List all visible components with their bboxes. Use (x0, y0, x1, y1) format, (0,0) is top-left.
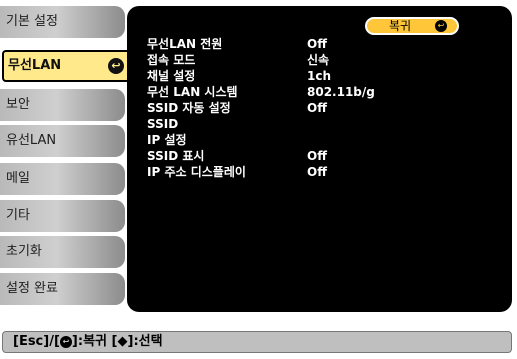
return-hint: :복귀 (77, 334, 107, 349)
menu-item-label: 설정 완료 (6, 281, 58, 296)
setting-row-ip-settings[interactable]: IP 설정 (141, 132, 461, 148)
esc-key-label: [Esc] (13, 334, 50, 349)
menu-item-label: 무선LAN (8, 58, 62, 73)
setting-value: 802.11b/g (307, 85, 375, 99)
menu-item-security[interactable]: 보안 (0, 89, 125, 121)
setting-row-wireless-power[interactable]: 무선LAN 전원 Off (141, 36, 461, 52)
help-bar: [Esc]/[↩]:복귀 [◆]:선택 (2, 331, 512, 353)
menu-item-basic-settings[interactable]: 기본 설정 (0, 6, 125, 38)
setting-value: Off (307, 101, 327, 115)
setting-label: IP 설정 (147, 133, 187, 147)
menu-item-label: 메일 (6, 171, 30, 186)
setting-row-channel[interactable]: 채널 설정 1ch (141, 68, 461, 84)
menu-item-mail[interactable]: 메일 (0, 163, 125, 195)
menu-item-setup-complete[interactable]: 설정 완료 (0, 273, 125, 305)
setting-label: SSID 자동 설정 (147, 101, 231, 115)
menu-item-label: 기타 (6, 208, 30, 223)
setting-row-wireless-system[interactable]: 무선 LAN 시스템 802.11b/g (141, 84, 461, 100)
setting-value: 1ch (307, 69, 332, 83)
setting-row-ip-display[interactable]: IP 주소 디스플레이 Off (141, 164, 461, 180)
setting-row-ssid-auto[interactable]: SSID 자동 설정 Off (141, 100, 461, 116)
separator: /[ (49, 334, 60, 349)
setting-label: 무선 LAN 시스템 (147, 85, 238, 99)
setting-label: 채널 설정 (147, 69, 196, 83)
setting-value: Off (307, 37, 327, 51)
setting-row-ssid[interactable]: SSID (141, 116, 461, 132)
settings-panel: 복귀 ↩ 무선LAN 전원 Off 접속 모드 신속 채널 설정 1ch 무선 LAN… (127, 6, 512, 312)
menu-item-label: 기본 설정 (6, 14, 58, 29)
setting-label: SSID 표시 (147, 149, 205, 163)
setting-label: IP 주소 디스플레이 (147, 165, 246, 179)
setting-row-ssid-display[interactable]: SSID 표시 Off (141, 148, 461, 164)
setting-value: Off (307, 165, 327, 179)
up-down-icon: ◆ (117, 334, 128, 349)
menu-item-reset[interactable]: 초기화 (0, 236, 125, 268)
setting-row-connection-mode[interactable]: 접속 모드 신속 (141, 52, 461, 68)
menu-item-other[interactable]: 기타 (0, 200, 125, 232)
setting-value: Off (307, 149, 327, 163)
enter-icon: ↩ (108, 58, 124, 74)
enter-icon: ↩ (435, 20, 447, 32)
menu-item-label: 보안 (6, 97, 30, 112)
setting-label: 접속 모드 (147, 53, 196, 67)
select-hint: :선택 (133, 334, 163, 349)
setting-label: 무선LAN 전원 (147, 37, 223, 51)
menu-item-wired-lan[interactable]: 유선LAN (0, 125, 125, 157)
setting-label: SSID (147, 117, 179, 131)
enter-icon: ↩ (59, 335, 72, 348)
settings-list: 무선LAN 전원 Off 접속 모드 신속 채널 설정 1ch 무선 LAN 시스템 8… (141, 36, 461, 180)
setting-value: 신속 (307, 53, 330, 67)
return-label: 복귀 (389, 19, 412, 33)
menu-item-wireless-lan[interactable]: 무선LAN ↩ (2, 50, 132, 82)
return-button[interactable]: 복귀 ↩ (365, 17, 459, 35)
menu-item-label: 초기화 (6, 244, 42, 259)
menu-item-label: 유선LAN (6, 133, 57, 148)
